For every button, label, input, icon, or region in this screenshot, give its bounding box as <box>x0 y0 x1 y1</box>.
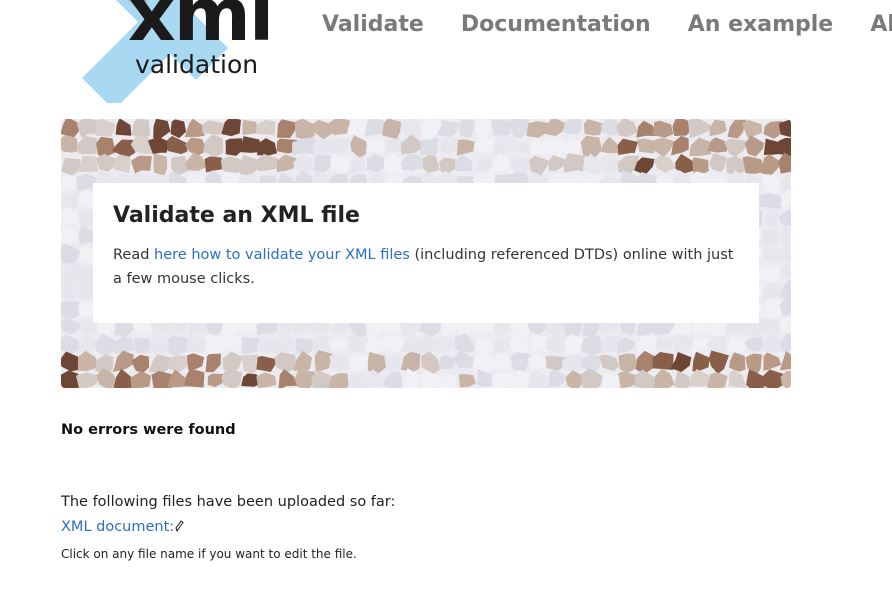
hero-text: Read here how to validate your XML files… <box>113 243 739 291</box>
hero-background-tile <box>420 138 439 157</box>
nav-item-example[interactable]: An example <box>688 10 833 40</box>
hero-background-tile <box>242 119 257 135</box>
hero-background-tile <box>153 153 168 176</box>
hero-background-tile <box>312 335 333 354</box>
nav-item-about[interactable]: About <box>870 10 892 40</box>
edit-hint: Click on any file name if you want to ed… <box>61 547 357 561</box>
hero-background-tile <box>636 138 655 154</box>
xml-document-link[interactable]: XML document: <box>61 519 185 535</box>
nav-item-validate[interactable]: Validate <box>322 10 424 40</box>
hero-title: Validate an XML file <box>113 203 360 228</box>
hero-card: Validate an XML file Read here how to va… <box>93 183 759 323</box>
logo-subtitle: validation <box>135 50 259 79</box>
hero-background-tile <box>761 229 780 245</box>
validation-status: No errors were found <box>61 422 236 438</box>
hero-background-tile <box>563 153 585 173</box>
xml-document-link-label: XML document: <box>61 519 175 535</box>
hero-howto-link[interactable]: here how to validate your XML files <box>154 247 410 263</box>
page: xml validation Validate Documentation An… <box>0 0 892 607</box>
pencil-icon[interactable] <box>175 520 185 532</box>
hero-text-before: Read <box>113 247 155 263</box>
hero-background-tile <box>727 337 748 353</box>
site-logo[interactable]: xml validation <box>78 0 283 103</box>
uploaded-files-label: The following files have been uploaded s… <box>61 494 396 510</box>
logo-word: xml <box>128 0 274 58</box>
hero-banner: Validate an XML file Read here how to va… <box>61 119 791 388</box>
hero-background-tile <box>473 138 496 153</box>
main-nav: Validate Documentation An example About <box>322 10 892 40</box>
nav-item-documentation[interactable]: Documentation <box>461 10 651 40</box>
